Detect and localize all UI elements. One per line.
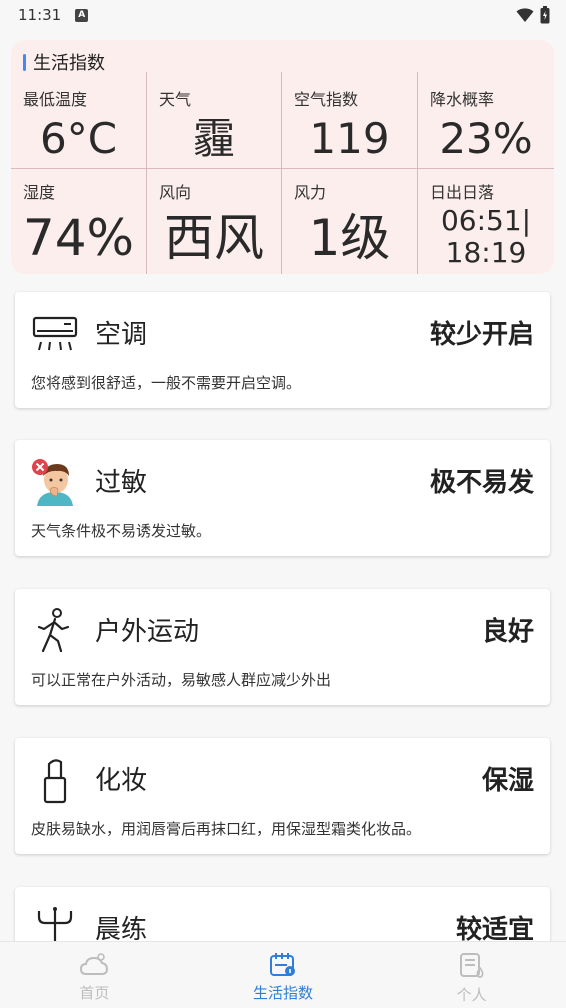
cell-label: 日出日落 (430, 183, 495, 202)
cell-value: 1级 (308, 209, 391, 267)
cell-label: 降水概率 (430, 90, 495, 109)
card-title: 化妆 (95, 766, 148, 796)
cell-label: 空气指数 (294, 90, 359, 109)
sunset-time: 18:19 (445, 236, 527, 269)
nav-profile[interactable]: 个人 (377, 942, 566, 1008)
card-level: 保湿 (481, 766, 534, 796)
cell-value: 74% (22, 209, 135, 267)
nav-label: 首页 (79, 984, 110, 1002)
cell-label: 风向 (159, 183, 192, 202)
title-accent-bar (23, 53, 26, 71)
running-person-icon (37, 608, 70, 653)
cell-value: 西风 (164, 209, 264, 267)
nav-label: 个人 (456, 986, 487, 1004)
cell-value: 06:51| 18:19 (418, 205, 554, 269)
nav-label: 生活指数 (253, 984, 314, 1002)
card-outdoor-sport[interactable]: 户外运动 良好 可以正常在户外活动，易敏感人群应减少外出 (15, 589, 550, 705)
cell-value: 6°C (39, 114, 118, 163)
sunrise-time: 06:51| (440, 204, 532, 237)
cell-value: 119 (309, 114, 390, 163)
allergy-icon (32, 459, 73, 506)
cell-min-temp: 最低温度 6°C (11, 72, 147, 169)
index-grid: 最低温度 6°C 天气 霾 空气指数 119 降水概率 23% 湿度 74% 风… (11, 72, 554, 274)
card-desc: 您将感到很舒适，一般不需要开启空调。 (31, 374, 302, 392)
cell-sunrise-sunset: 日出日落 06:51| 18:19 (418, 169, 554, 274)
air-conditioner-icon (32, 316, 78, 351)
profile-doc-icon (459, 953, 484, 978)
cell-humidity: 湿度 74% (11, 169, 147, 274)
card-title: 户外运动 (95, 617, 200, 647)
card-desc: 可以正常在户外活动，易敏感人群应减少外出 (31, 671, 332, 689)
cell-wind-direction: 风向 西风 (147, 169, 282, 274)
wifi-icon (516, 8, 534, 22)
card-desc: 天气条件极不易诱发过敏。 (31, 522, 212, 540)
lipstick-icon (43, 759, 67, 804)
cell-label: 湿度 (23, 183, 56, 202)
card-level: 较少开启 (429, 320, 534, 350)
cell-precip-prob: 降水概率 23% (418, 72, 554, 169)
cell-label: 风力 (294, 183, 327, 202)
cell-air-index: 空气指数 119 (282, 72, 418, 169)
nav-life-index[interactable]: 生活指数 (189, 942, 378, 1008)
battery-icon (540, 6, 550, 24)
card-allergy[interactable]: 过敏 极不易发 天气条件极不易诱发过敏。 (15, 440, 550, 556)
calendar-index-icon (270, 953, 295, 976)
card-title: 空调 (95, 320, 148, 350)
status-bar: 11:31 A (0, 0, 566, 30)
life-index-panel: 生活指数 最低温度 6°C 天气 霾 空气指数 119 降水概率 23% 湿度 … (11, 40, 554, 274)
cell-label: 天气 (159, 90, 192, 109)
cell-weather: 天气 霾 (147, 72, 282, 169)
panel-title: 生活指数 (23, 50, 105, 74)
cell-wind-force: 风力 1级 (282, 169, 418, 274)
card-air-conditioner[interactable]: 空调 较少开启 您将感到很舒适，一般不需要开启空调。 (15, 292, 550, 408)
card-level: 极不易发 (429, 468, 534, 498)
bottom-nav: 首页 生活指数 个人 (0, 941, 566, 1008)
status-time: 11:31 (18, 6, 62, 24)
weather-home-icon (80, 953, 109, 975)
card-makeup[interactable]: 化妆 保湿 皮肤易缺水，用润唇膏后再抹口红，用保湿型霜类化妆品。 (15, 738, 550, 854)
card-title: 过敏 (95, 468, 148, 498)
cell-value: 霾 (192, 114, 235, 163)
status-icons (516, 6, 550, 24)
accessibility-badge-icon: A (75, 8, 89, 22)
cell-value: 23% (439, 114, 533, 163)
card-desc: 皮肤易缺水，用润唇膏后再抹口红，用保湿型霜类化妆品。 (31, 820, 422, 838)
cell-label: 最低温度 (23, 90, 88, 109)
card-level: 良好 (481, 617, 534, 647)
nav-home[interactable]: 首页 (0, 942, 189, 1008)
